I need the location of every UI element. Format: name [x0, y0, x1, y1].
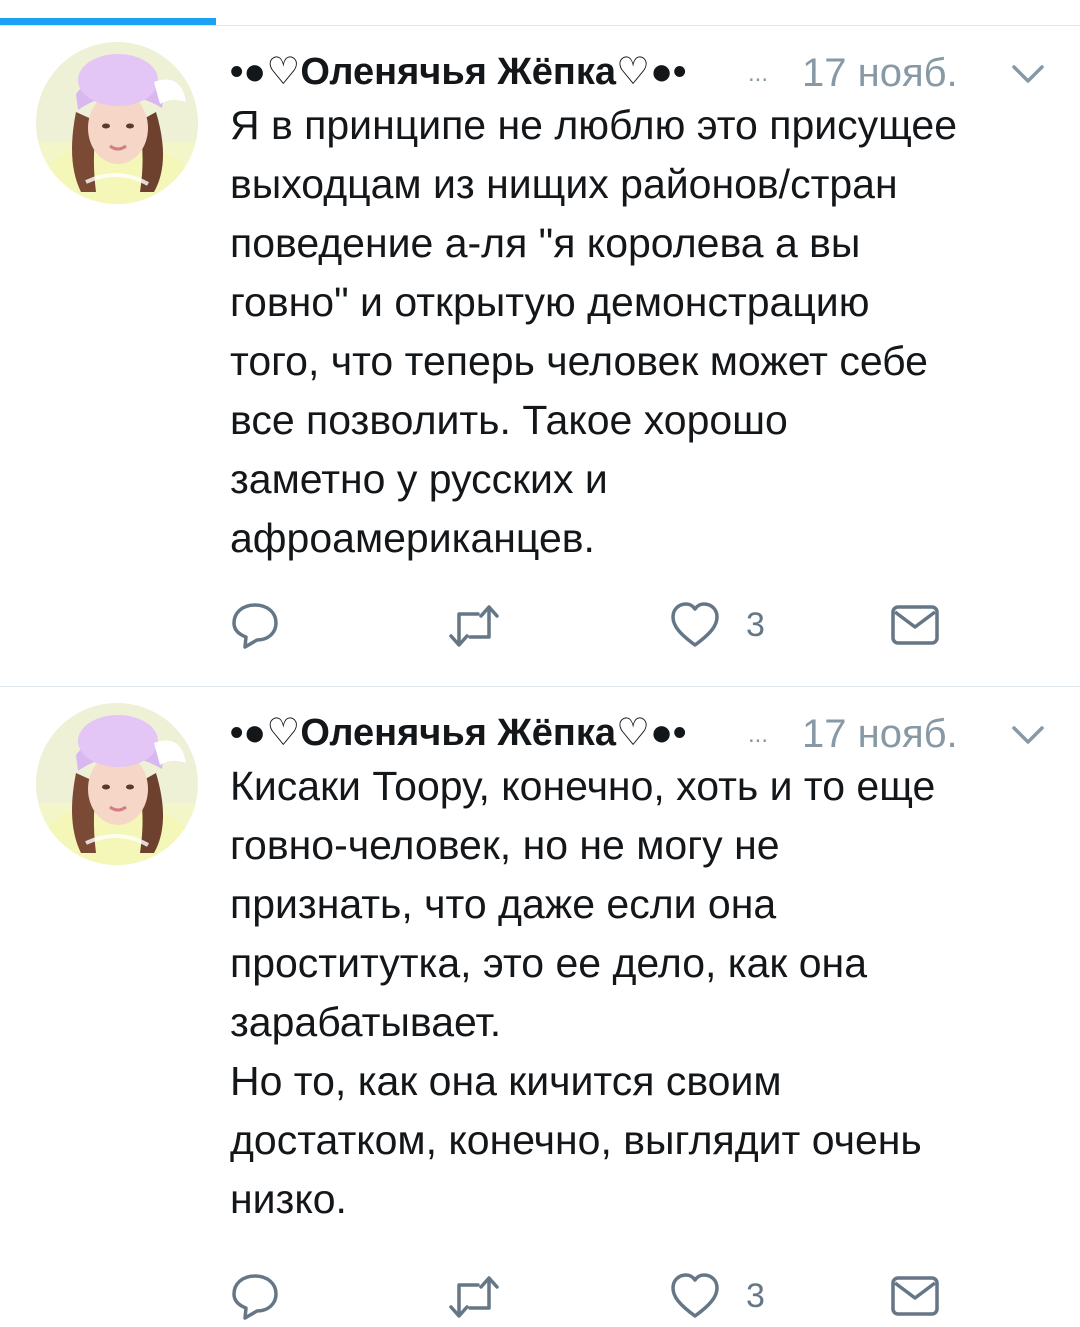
active-tab-indicator — [0, 18, 216, 25]
tweet[interactable]: •●♡Оленячья Жёпка♡●• ... 17 нояб. Я в пр… — [0, 26, 1080, 686]
tweet-actions: 3 — [230, 1271, 970, 1321]
reply-icon — [232, 603, 278, 649]
tweet-header: •●♡Оленячья Жёпка♡●• ... 17 нояб. — [230, 703, 1060, 763]
retweet-button[interactable] — [448, 600, 500, 650]
reply-icon — [232, 1274, 278, 1320]
display-name[interactable]: •●♡Оленячья Жёпка♡●• — [230, 42, 686, 102]
like-count: 3 — [746, 606, 765, 644]
tweet-header: •●♡Оленячья Жёпка♡●• ... 17 нояб. — [230, 42, 1060, 102]
chevron-down-icon[interactable] — [1010, 723, 1046, 747]
chevron-down-icon[interactable] — [1010, 62, 1046, 86]
envelope-icon — [891, 605, 939, 645]
timestamp[interactable]: 17 нояб. — [802, 42, 958, 104]
direct-message-button[interactable] — [890, 1271, 940, 1321]
tweet-text: Я в принципе не люблю это присущее выход… — [230, 102, 958, 561]
like-button[interactable]: 3 — [670, 600, 780, 650]
timestamp[interactable]: 17 нояб. — [802, 703, 958, 765]
like-button[interactable]: 3 — [670, 1271, 780, 1321]
tweet-actions: 3 — [230, 600, 970, 650]
heart-icon — [671, 602, 719, 647]
avatar[interactable] — [36, 703, 198, 865]
tweet[interactable]: •●♡Оленячья Жёпка♡●• ... 17 нояб. Кисаки… — [0, 687, 1080, 1327]
retweet-icon — [449, 605, 499, 647]
reply-button[interactable] — [230, 1271, 280, 1321]
reply-button[interactable] — [230, 600, 280, 650]
like-count: 3 — [746, 1277, 765, 1315]
display-name[interactable]: •●♡Оленячья Жёпка♡●• — [230, 703, 686, 763]
avatar[interactable] — [36, 42, 198, 204]
retweet-icon — [449, 1276, 499, 1318]
tweet-text: Кисаки Тоору, конечно, хоть и то еще гов… — [230, 763, 936, 1222]
envelope-icon — [891, 1276, 939, 1316]
direct-message-button[interactable] — [890, 600, 940, 650]
heart-icon — [671, 1273, 719, 1318]
retweet-button[interactable] — [448, 1271, 500, 1321]
